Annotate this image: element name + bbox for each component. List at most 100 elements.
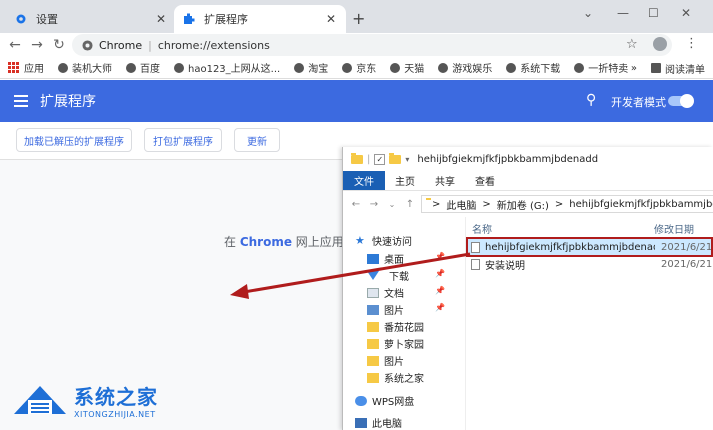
file-explorer-window: | ✓ ▾ hehijbfgiekmjfkfjpbkbammjbdenadd 文… bbox=[342, 147, 713, 430]
reading-list-button[interactable]: 阅读清单 bbox=[651, 61, 705, 76]
bookmark-item[interactable]: 游戏娱乐 bbox=[438, 60, 492, 75]
nav-item-quick-access[interactable]: ★ 快速访问 bbox=[355, 233, 412, 248]
bookmark-item[interactable]: hao123_上网从这... bbox=[174, 60, 280, 75]
browser-toolbar: ← → ↻ Chrome | chrome://extensions bbox=[0, 33, 713, 57]
breadcrumb-item[interactable]: hehijbfgiekmjfkfjpbkbammjbdenadd bbox=[569, 199, 713, 210]
ribbon-tab-file[interactable]: 文件 bbox=[343, 171, 385, 190]
nav-item-folder[interactable]: 系统之家 bbox=[367, 370, 424, 385]
bookmark-item[interactable]: 京东 bbox=[342, 60, 376, 75]
apps-icon bbox=[8, 62, 19, 73]
minimize-button[interactable]: — bbox=[617, 6, 629, 20]
menu-icon[interactable]: ⋮ bbox=[685, 36, 698, 51]
globe-icon bbox=[342, 62, 353, 73]
file-date: 2021/6/21 bbox=[661, 258, 713, 270]
ribbon-tab-share[interactable]: 共享 bbox=[425, 171, 465, 190]
close-icon[interactable]: ✕ bbox=[324, 12, 338, 26]
nav-item-desktop[interactable]: 桌面 bbox=[367, 251, 404, 266]
breadcrumb-item[interactable]: 新加卷 (G:) bbox=[497, 197, 549, 212]
forward-icon[interactable]: → bbox=[365, 199, 383, 210]
picture-icon bbox=[367, 304, 379, 315]
hamburger-menu-icon[interactable] bbox=[14, 95, 28, 107]
explorer-nav-pane: ★ 快速访问 桌面 📌 下载 📌 文档 📌 图片 📌 番茄花园 萝卜家园 图片 系… bbox=[343, 217, 466, 430]
update-button[interactable]: 更新 bbox=[234, 128, 280, 152]
bookmark-item[interactable]: 天猫 bbox=[390, 60, 424, 75]
nav-item-wps-cloud[interactable]: WPS网盘 bbox=[355, 393, 414, 408]
reload-icon[interactable]: ↻ bbox=[48, 37, 70, 53]
watermark-title: 系统之家 bbox=[74, 385, 158, 409]
puzzle-icon bbox=[182, 12, 196, 26]
explorer-title-bar: | ✓ ▾ hehijbfgiekmjfkfjpbkbammjbdenadd bbox=[343, 147, 713, 171]
chevron-down-icon[interactable]: ▾ bbox=[405, 155, 409, 164]
folder-icon bbox=[367, 338, 379, 349]
load-unpacked-button[interactable]: 加载已解压的扩展程序 bbox=[16, 128, 132, 152]
column-header-date[interactable]: 修改日期 bbox=[654, 221, 694, 236]
nav-item-folder[interactable]: 番茄花园 bbox=[367, 319, 424, 334]
pin-icon: 📌 bbox=[435, 286, 445, 295]
reading-list-icon bbox=[651, 63, 661, 73]
properties-icon[interactable]: ✓ bbox=[374, 153, 386, 165]
bookmarks-bar: 应用 装机大师 百度 hao123_上网从这... 淘宝 京东 天猫 游戏娱乐 … bbox=[0, 57, 713, 79]
breadcrumb-item[interactable]: 此电脑 bbox=[446, 197, 476, 212]
bookmark-item[interactable]: 一折特卖 bbox=[574, 60, 628, 75]
nav-item-pictures[interactable]: 图片 bbox=[367, 302, 404, 317]
globe-icon bbox=[438, 62, 449, 73]
nav-item-folder[interactable]: 萝卜家园 bbox=[367, 336, 424, 351]
back-icon[interactable]: ← bbox=[347, 199, 365, 210]
bookmark-apps[interactable]: 应用 bbox=[8, 60, 44, 75]
document-icon bbox=[367, 287, 379, 298]
globe-icon bbox=[574, 62, 585, 73]
tab-extensions[interactable]: 扩展程序 ✕ bbox=[174, 5, 346, 33]
file-name: 安装说明 bbox=[485, 260, 525, 272]
window-close-button[interactable]: ✕ bbox=[681, 6, 691, 20]
web-store-link[interactable]: Chrome bbox=[240, 235, 292, 249]
new-folder-icon[interactable] bbox=[389, 152, 402, 164]
highlight-box bbox=[466, 237, 713, 257]
forward-icon[interactable]: → bbox=[26, 37, 48, 53]
file-row[interactable]: 安装说明 2021/6/21 bbox=[467, 256, 713, 272]
extensions-header: 扩展程序 ⚲ 开发者模式 bbox=[0, 80, 713, 122]
globe-icon bbox=[126, 62, 136, 73]
folder-icon bbox=[367, 355, 379, 366]
address-bar[interactable]: Chrome | chrome://extensions bbox=[72, 34, 672, 56]
search-icon[interactable]: ⚲ bbox=[586, 92, 596, 108]
column-header-name[interactable]: 名称 bbox=[472, 221, 492, 236]
maximize-button[interactable]: ☐ bbox=[648, 6, 659, 20]
profile-avatar[interactable] bbox=[653, 37, 667, 51]
ribbon-tab-view[interactable]: 查看 bbox=[465, 171, 505, 190]
watermark-url: XITONGZHIJIA.NET bbox=[74, 410, 156, 419]
up-icon[interactable]: ↑ bbox=[401, 199, 419, 210]
developer-mode-toggle[interactable] bbox=[668, 94, 694, 108]
close-icon[interactable]: ✕ bbox=[154, 12, 168, 26]
globe-icon bbox=[506, 62, 517, 73]
tab-settings[interactable]: 设置 ✕ bbox=[6, 5, 176, 33]
nav-item-folder[interactable]: 图片 bbox=[367, 353, 404, 368]
globe-icon bbox=[174, 62, 184, 73]
gear-icon bbox=[14, 12, 28, 26]
bookmark-item[interactable]: 装机大师 bbox=[58, 60, 112, 75]
cloud-icon bbox=[355, 395, 367, 406]
bookmark-star-icon[interactable]: ☆ bbox=[626, 37, 638, 52]
globe-icon bbox=[390, 62, 401, 73]
nav-item-downloads[interactable]: 下载 bbox=[367, 268, 409, 283]
back-icon[interactable]: ← bbox=[4, 37, 26, 53]
nav-item-documents[interactable]: 文档 bbox=[367, 285, 404, 300]
tab-search-icon[interactable]: ⌄ bbox=[583, 6, 593, 20]
new-tab-button[interactable]: + bbox=[352, 9, 365, 28]
ribbon-tab-home[interactable]: 主页 bbox=[385, 171, 425, 190]
bookmark-item[interactable]: 淘宝 bbox=[294, 60, 328, 75]
globe-icon bbox=[58, 62, 68, 73]
pack-extension-button[interactable]: 打包扩展程序 bbox=[144, 128, 222, 152]
bookmarks-overflow-icon[interactable]: » bbox=[631, 63, 637, 74]
page-title: 扩展程序 bbox=[40, 94, 96, 110]
pin-icon: 📌 bbox=[435, 303, 445, 312]
bookmark-item[interactable]: 系统下载 bbox=[506, 60, 560, 75]
explorer-address-bar[interactable]: > 此电脑 > 新加卷 (G:) > hehijbfgiekmjfkfjpbkb… bbox=[421, 195, 713, 213]
chrome-icon bbox=[82, 39, 93, 51]
pin-icon: 📌 bbox=[435, 269, 445, 278]
computer-icon bbox=[355, 417, 367, 428]
star-icon: ★ bbox=[355, 234, 365, 247]
chevron-down-icon[interactable]: ⌄ bbox=[383, 200, 401, 209]
bookmark-item[interactable]: 百度 bbox=[126, 60, 160, 75]
address-site: Chrome bbox=[99, 38, 143, 52]
nav-item-this-pc[interactable]: 此电脑 bbox=[355, 415, 402, 430]
